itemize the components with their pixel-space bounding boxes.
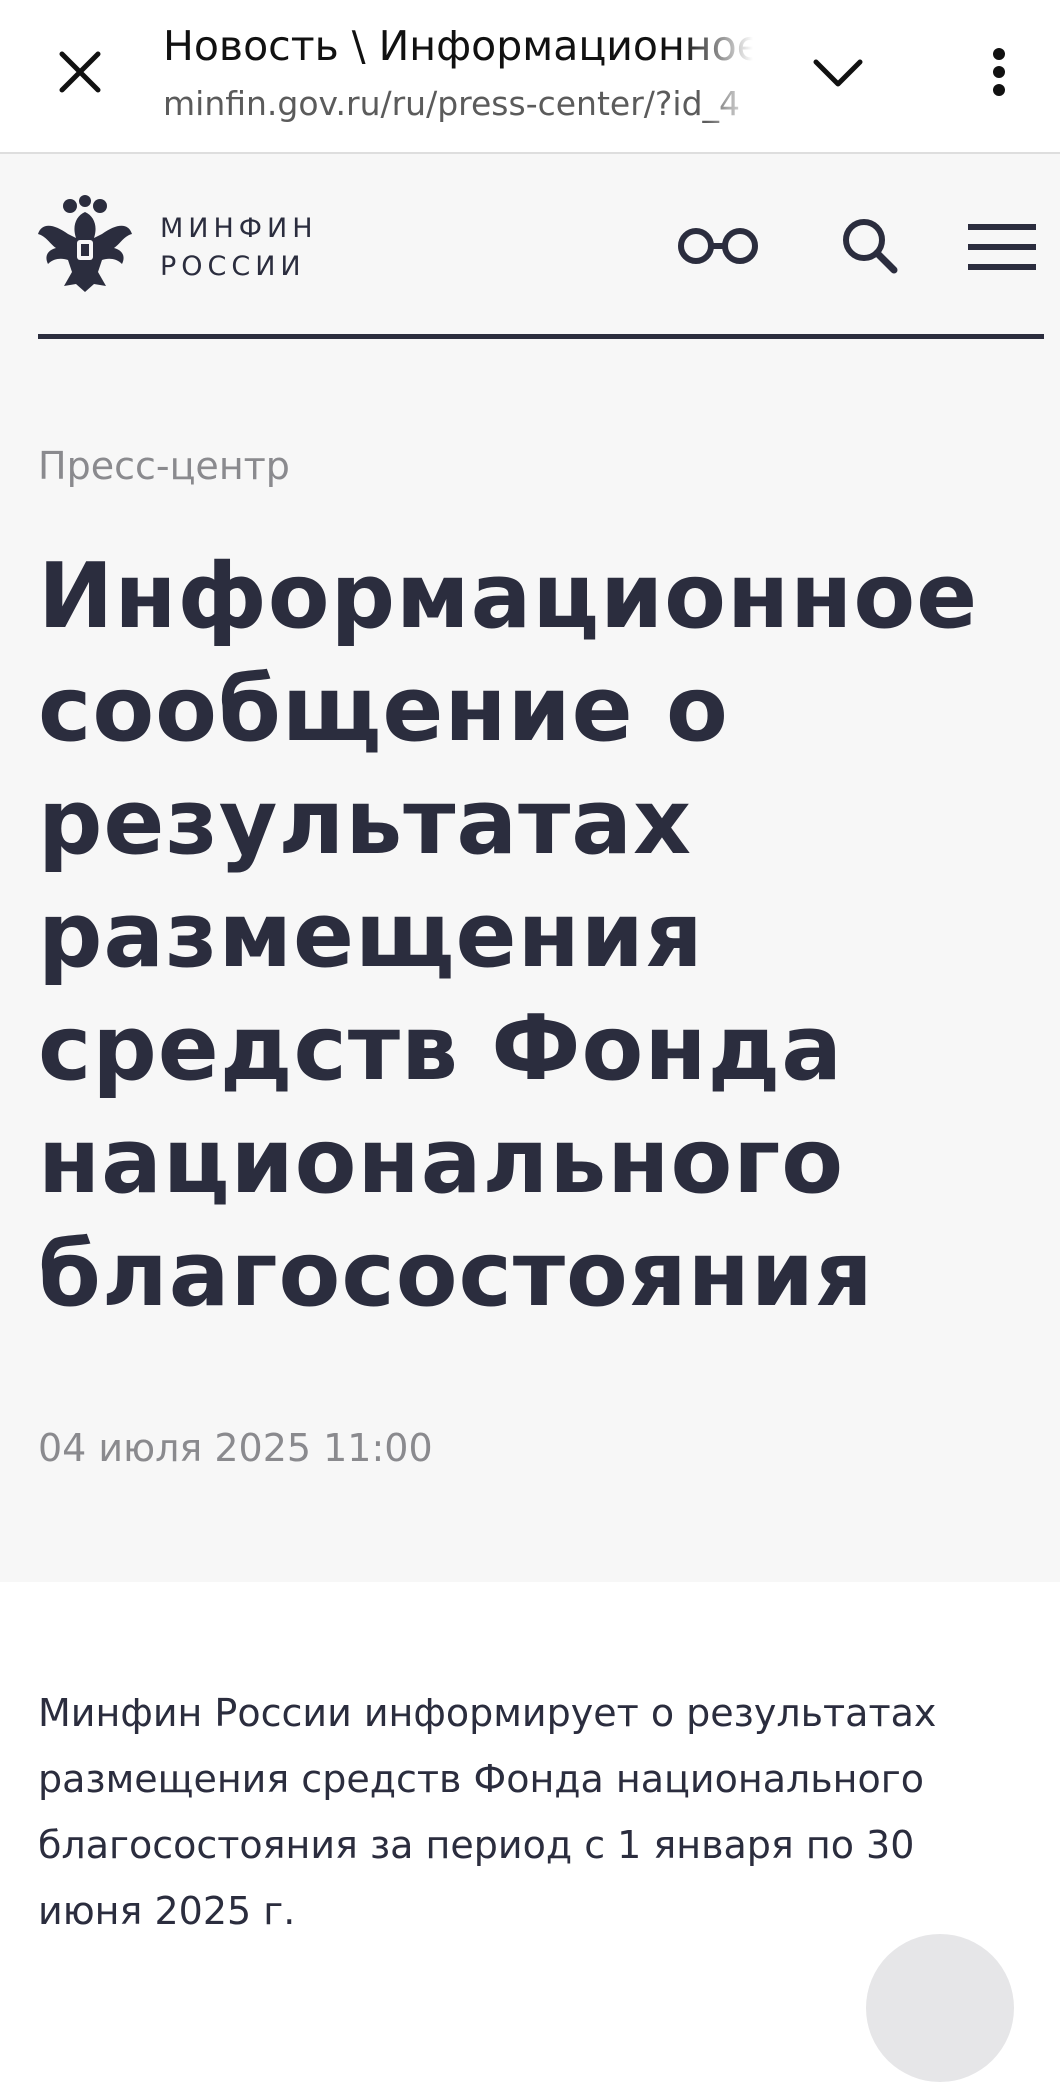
search-icon[interactable] xyxy=(838,214,902,278)
glasses-icon[interactable] xyxy=(676,218,760,274)
browser-top-bar: Новость \ Информационное сообщение о рез… xyxy=(0,0,1060,154)
logo-line-2: РОССИИ xyxy=(160,251,306,282)
article-hero: Пресс-центр Информационное сообщение о р… xyxy=(0,340,1060,1582)
header-divider xyxy=(38,334,1044,339)
tab-title: Новость \ Информационное сообщение о рез… xyxy=(163,22,753,70)
page-title: Информационное сообщение о результатах р… xyxy=(38,544,979,1327)
tab-url[interactable]: minfin.gov.ru/ru/press-center/?id_4 xyxy=(163,84,753,123)
scroll-up-button[interactable] xyxy=(866,1934,1014,2082)
logo-text[interactable]: МИНФИН РОССИИ xyxy=(160,210,318,286)
site-header: МИНФИН РОССИИ xyxy=(0,154,1060,340)
coat-of-arms-logo[interactable] xyxy=(36,194,134,292)
chevron-down-icon[interactable] xyxy=(806,46,870,102)
more-vert-icon[interactable] xyxy=(975,40,1023,104)
breadcrumb[interactable]: Пресс-центр xyxy=(38,444,290,488)
article-body: Минфин России информирует о результатах … xyxy=(38,1691,937,1933)
logo-line-1: МИНФИН xyxy=(160,213,318,244)
hamburger-menu-icon[interactable] xyxy=(966,218,1038,276)
close-icon[interactable] xyxy=(48,40,112,104)
publish-date: 04 июля 2025 11:00 xyxy=(38,1426,433,1470)
